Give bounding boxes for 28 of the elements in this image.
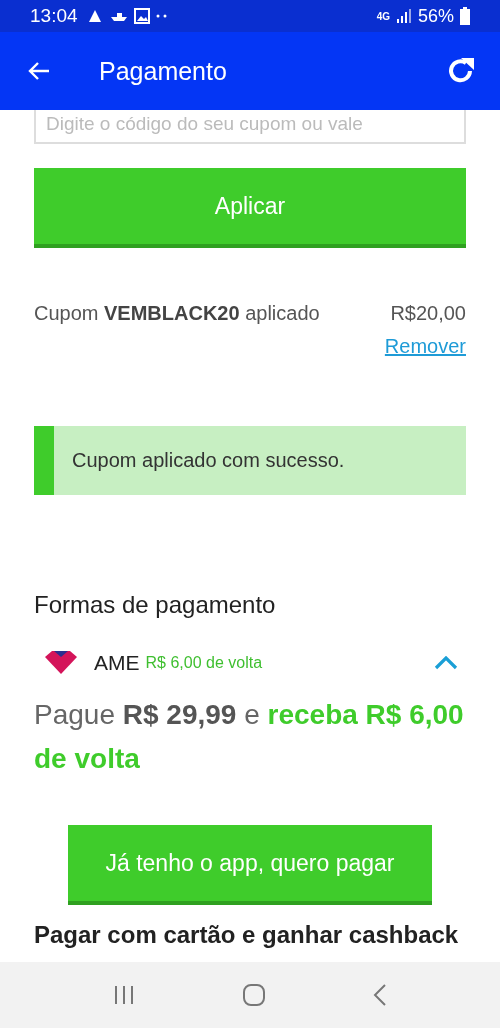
discount-amount: R$20,00 [390, 302, 466, 325]
payment-method-name: AME [94, 651, 140, 675]
applied-coupon-text: Cupom VEMBLACK20 aplicado [34, 302, 320, 326]
remove-link[interactable]: Remover [384, 335, 466, 358]
collapse-chevron-icon[interactable] [434, 656, 458, 670]
apply-button[interactable]: Aplicar [34, 168, 466, 248]
payment-option-title: Pagar com cartão e ganhar cashback [34, 921, 460, 949]
back-icon[interactable] [372, 984, 387, 1006]
cashback-label: R$ 6,00 de volta [145, 654, 263, 672]
battery-icon [460, 7, 470, 25]
payment-description: Pague R$ 29,99 e receba R$ 6,00 de volta [34, 698, 465, 776]
signal-icon [395, 9, 412, 23]
pay-with-app-button[interactable]: Já tenho o app, quero pagar [68, 825, 432, 905]
clock-time: 13:04 [30, 5, 78, 27]
boat-icon [109, 11, 128, 21]
section-title: Formas de pagamento [34, 591, 277, 619]
recents-icon[interactable] [113, 984, 136, 1006]
network-label: 4G [376, 10, 390, 22]
heart-logo-icon [44, 651, 78, 675]
more-icon [155, 14, 168, 18]
accent-bar [34, 426, 54, 495]
success-message: Cupom aplicado com sucesso. [72, 449, 345, 472]
screen-title: Pagamento [99, 56, 228, 86]
home-icon[interactable] [242, 983, 266, 1007]
image-icon [133, 8, 150, 24]
coupon-input-field[interactable]: Digite o código do seu cupom ou vale [34, 110, 466, 144]
back-arrow-icon[interactable] [27, 61, 51, 81]
battery-percentage: 56% [417, 5, 454, 27]
